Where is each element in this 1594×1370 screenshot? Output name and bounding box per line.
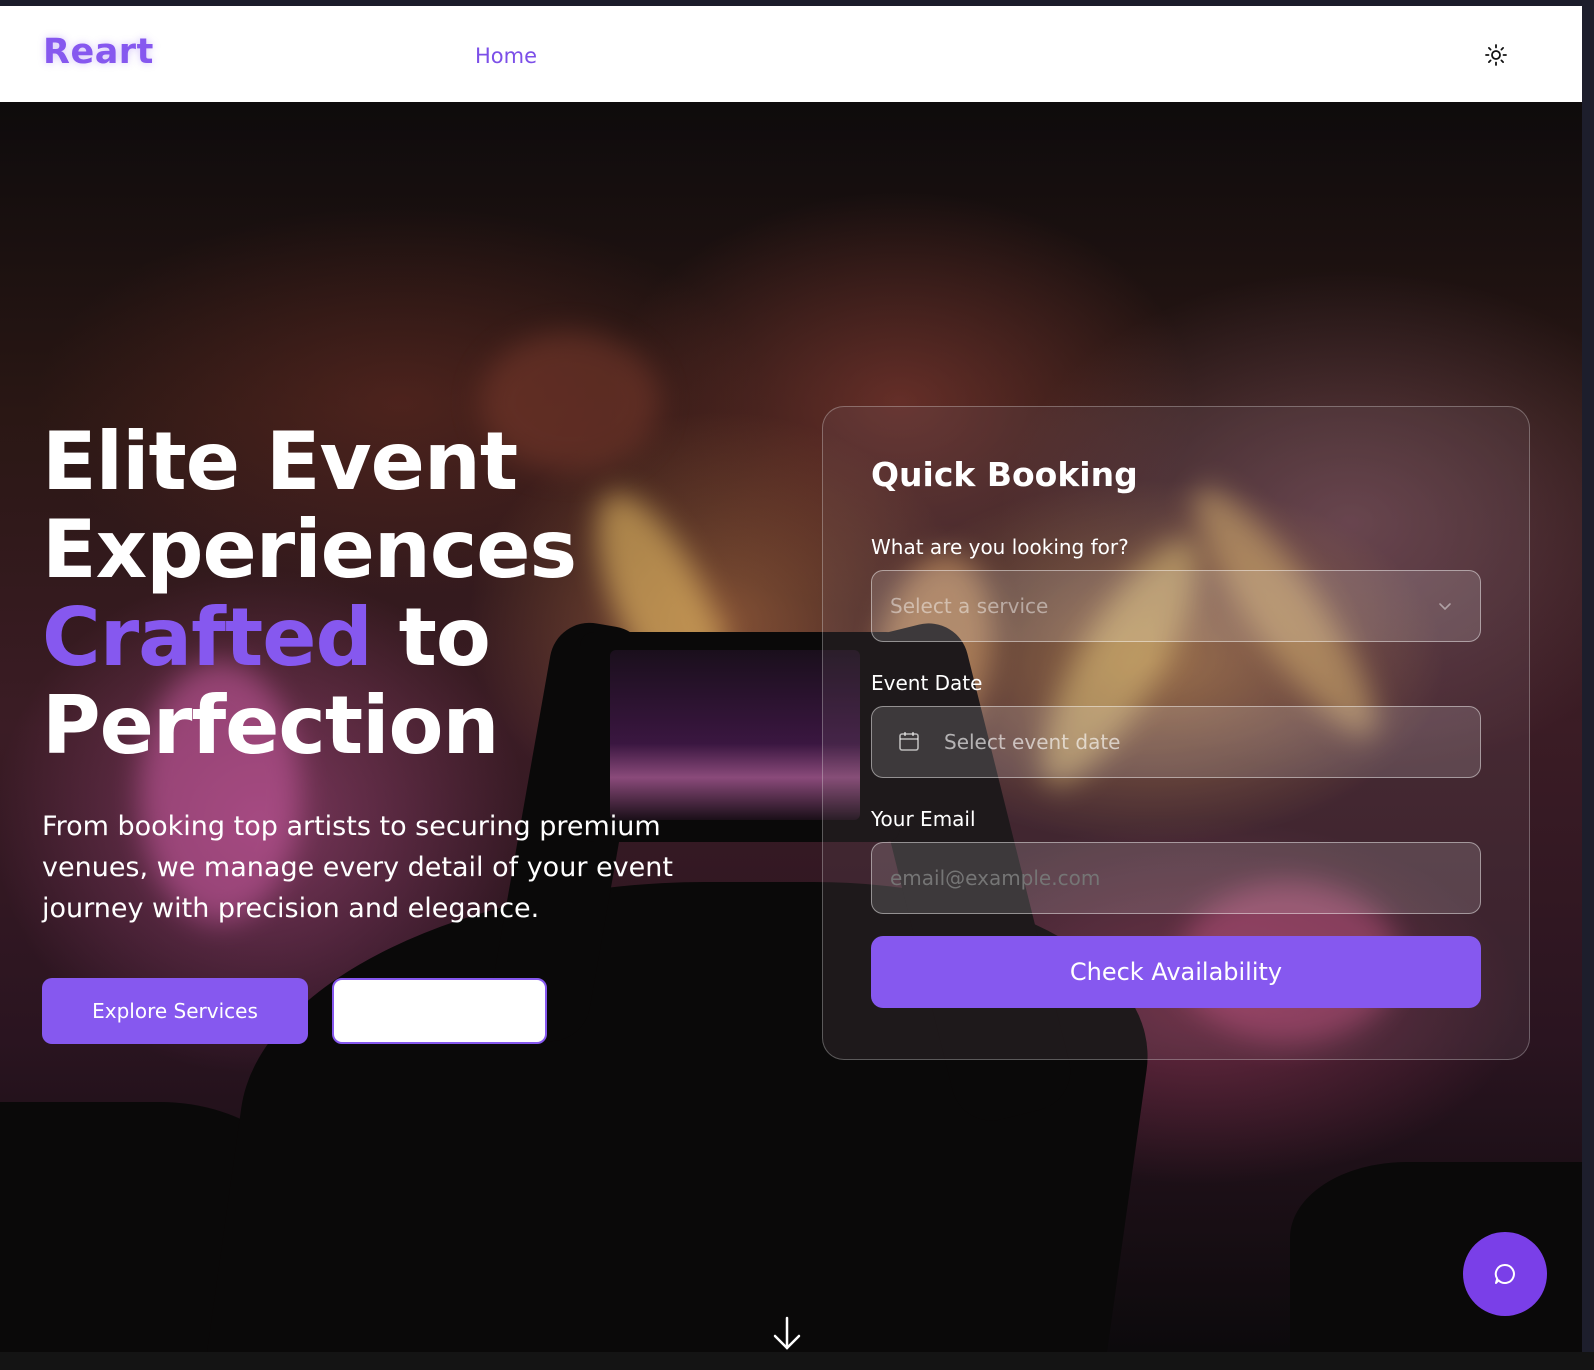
window-frame-bottom (0, 1352, 1594, 1370)
headline-line-2: Experiences (42, 503, 577, 596)
hero-section: Elite Event Experiences Crafted to Perfe… (0, 102, 1582, 1352)
hero-subtitle: From booking top artists to securing pre… (42, 811, 673, 924)
service-select-value: Select a service (890, 594, 1049, 618)
event-date-placeholder: Select event date (944, 730, 1121, 754)
chat-button[interactable] (1463, 1232, 1547, 1316)
email-label: Your Email (871, 807, 976, 831)
brand-logo[interactable]: Reart (43, 32, 154, 72)
hero-headline: Elite Event Experiences Crafted to Perfe… (42, 418, 742, 770)
service-label: What are you looking for? (871, 535, 1129, 559)
scroll-down-button[interactable] (770, 1316, 804, 1352)
chat-bubble-icon (1494, 1263, 1515, 1284)
theme-toggle-button[interactable] (1483, 42, 1509, 68)
headline-line-4: Perfection (42, 679, 499, 772)
secondary-hero-button[interactable] (332, 978, 547, 1044)
sun-icon (1485, 44, 1507, 66)
calendar-icon (899, 732, 919, 751)
window-frame-right (1582, 0, 1594, 1370)
service-select[interactable]: Select a service (871, 570, 1481, 642)
headline-line-3-rest: to (371, 591, 491, 684)
page-window: Reart Home Elite Event Experiences Craft… (0, 6, 1582, 1352)
headline-accent-word: Crafted (42, 591, 373, 684)
check-availability-button[interactable]: Check Availability (871, 936, 1481, 1008)
navbar: Reart Home (0, 6, 1582, 102)
explore-services-button[interactable]: Explore Services (42, 978, 308, 1044)
arrow-down-icon (773, 1316, 801, 1350)
card-title: Quick Booking (871, 455, 1138, 494)
email-field[interactable] (871, 842, 1481, 914)
date-label: Event Date (871, 671, 983, 695)
headline-line-1: Elite Event (42, 415, 518, 508)
quick-booking-card: Quick Booking What are you looking for? … (822, 406, 1530, 1060)
event-date-field[interactable]: Select event date (871, 706, 1481, 778)
nav-link-home[interactable]: Home (475, 44, 537, 68)
chevron-down-icon (1439, 603, 1451, 611)
